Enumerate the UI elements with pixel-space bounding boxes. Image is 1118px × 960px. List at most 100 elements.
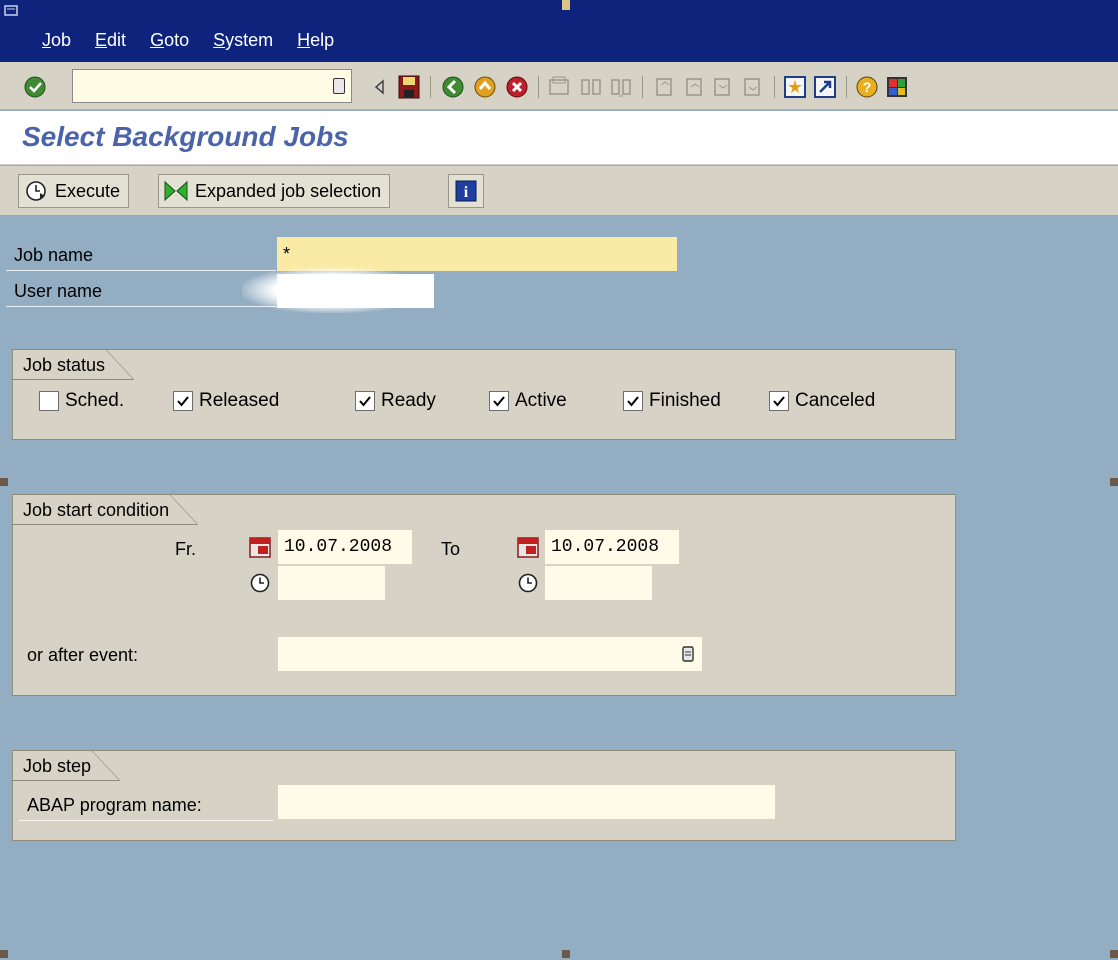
after-event-input[interactable] xyxy=(278,637,702,671)
menu-help[interactable]: Help xyxy=(297,30,334,51)
help-icon[interactable]: ? xyxy=(854,74,880,100)
user-name-label-row: User name xyxy=(6,275,276,307)
cancel-icon[interactable] xyxy=(504,74,530,100)
from-label: Fr. xyxy=(175,539,196,559)
expanded-selection-label: Expanded job selection xyxy=(195,180,382,201)
clock-icon[interactable] xyxy=(515,570,541,596)
last-page-icon xyxy=(740,74,766,100)
print-icon xyxy=(546,74,572,100)
job-step-title: Job step xyxy=(13,751,121,781)
menu-job[interactable]: Job xyxy=(42,30,71,51)
status-finished-checkbox[interactable]: Finished xyxy=(623,390,721,412)
menu-bar: Job Edit Goto System Help xyxy=(0,0,1118,62)
page-title: Select Background Jobs xyxy=(22,121,349,152)
job-name-label-row: Job name xyxy=(6,239,276,271)
user-name-label: User name xyxy=(14,281,103,301)
standard-toolbar: ? xyxy=(0,62,1118,110)
main-content: Job name User name Job status Sched. Rel… xyxy=(6,217,1118,960)
status-ready-checkbox[interactable]: Ready xyxy=(355,390,436,412)
checkbox-box[interactable] xyxy=(623,391,643,411)
checkbox-box[interactable] xyxy=(489,391,509,411)
menu-edit[interactable]: Edit xyxy=(95,30,126,51)
application-toolbar: Execute Expanded job selection i xyxy=(0,166,1118,216)
expanded-job-selection-button[interactable]: Expanded job selection xyxy=(158,174,391,208)
calendar-icon[interactable] xyxy=(247,534,273,560)
resize-handle[interactable] xyxy=(562,950,570,958)
checkbox-box[interactable] xyxy=(173,391,193,411)
menu-goto-mnemonic: G xyxy=(150,30,165,50)
menu-system[interactable]: System xyxy=(213,30,273,51)
menu-items: Job Edit Goto System Help xyxy=(42,30,334,51)
execute-button[interactable]: Execute xyxy=(18,174,130,208)
new-session-icon[interactable] xyxy=(782,74,808,100)
resize-handle[interactable] xyxy=(1110,950,1118,958)
abap-program-label: ABAP program name: xyxy=(27,795,202,815)
menu-system-mnemonic: S xyxy=(213,30,226,50)
menu-job-mnemonic: J xyxy=(42,30,51,50)
back-icon[interactable] xyxy=(440,74,466,100)
toolbar-separator xyxy=(538,76,539,98)
checkmark-icon xyxy=(627,396,639,407)
from-date-input[interactable]: 10.07.2008 xyxy=(278,530,412,564)
menu-goto-label: oto xyxy=(164,30,190,50)
to-date-value: 10.07.2008 xyxy=(551,537,660,557)
status-released-label: Released xyxy=(199,390,280,411)
find-icon xyxy=(578,74,604,100)
enter-icon[interactable] xyxy=(22,74,48,100)
resize-handle[interactable] xyxy=(1110,478,1118,486)
status-active-checkbox[interactable]: Active xyxy=(489,390,567,412)
exit-icon[interactable] xyxy=(472,74,498,100)
execute-label: Execute xyxy=(55,180,121,201)
job-start-condition-group: Job start condition Fr. 10.07.2008 To 10… xyxy=(12,494,956,696)
collapse-icon[interactable] xyxy=(366,74,392,100)
clock-icon[interactable] xyxy=(247,570,273,596)
status-active-label: Active xyxy=(515,390,567,411)
resize-marker xyxy=(562,0,570,10)
window-menu-icon[interactable] xyxy=(4,4,22,18)
job-name-input[interactable] xyxy=(277,237,677,271)
to-time-input[interactable] xyxy=(545,566,652,600)
checkbox-box[interactable] xyxy=(769,391,789,411)
event-value-help-icon[interactable] xyxy=(675,641,701,667)
information-button[interactable]: i xyxy=(448,174,484,208)
command-input[interactable] xyxy=(73,70,313,102)
svg-text:i: i xyxy=(464,184,469,201)
job-status-group: Job status Sched. Released Ready Active … xyxy=(12,349,956,440)
status-released-checkbox[interactable]: Released xyxy=(173,390,279,412)
menu-goto[interactable]: Goto xyxy=(150,30,189,51)
abap-program-input[interactable] xyxy=(278,785,775,819)
next-page-icon xyxy=(710,74,736,100)
job-start-title: Job start condition xyxy=(13,495,199,525)
from-time-input[interactable] xyxy=(278,566,385,600)
toolbar-separator xyxy=(846,76,847,98)
menu-edit-mnemonic: E xyxy=(95,30,108,50)
title-bar: Select Background Jobs xyxy=(0,111,1118,165)
redacted-user-name xyxy=(242,267,422,313)
to-date-input[interactable]: 10.07.2008 xyxy=(545,530,679,564)
toolbar-separator xyxy=(642,76,643,98)
status-sched-checkbox[interactable]: Sched. xyxy=(39,390,124,412)
command-field[interactable] xyxy=(72,69,352,103)
job-status-title: Job status xyxy=(13,350,135,380)
calendar-icon[interactable] xyxy=(515,534,541,560)
status-ready-label: Ready xyxy=(381,390,436,411)
to-label: To xyxy=(441,539,461,559)
status-canceled-checkbox[interactable]: Canceled xyxy=(769,390,875,412)
shortcut-icon[interactable] xyxy=(812,74,838,100)
after-event-label: or after event: xyxy=(27,645,139,665)
command-history-icon[interactable] xyxy=(333,78,345,94)
menu-help-mnemonic: H xyxy=(297,30,311,50)
resize-handle[interactable] xyxy=(0,950,8,958)
save-icon[interactable] xyxy=(396,74,422,100)
resize-handle[interactable] xyxy=(0,478,8,486)
abap-program-label-row: ABAP program name: xyxy=(19,789,273,821)
find-next-icon xyxy=(608,74,634,100)
checkbox-box[interactable] xyxy=(355,391,375,411)
layout-icon[interactable] xyxy=(884,74,910,100)
menu-help-label: elp xyxy=(310,30,335,50)
first-page-icon xyxy=(652,74,678,100)
toolbar-separator xyxy=(774,76,775,98)
checkbox-box[interactable] xyxy=(39,391,59,411)
job-step-group: Job step ABAP program name: xyxy=(12,750,956,841)
status-canceled-label: Canceled xyxy=(795,390,876,411)
